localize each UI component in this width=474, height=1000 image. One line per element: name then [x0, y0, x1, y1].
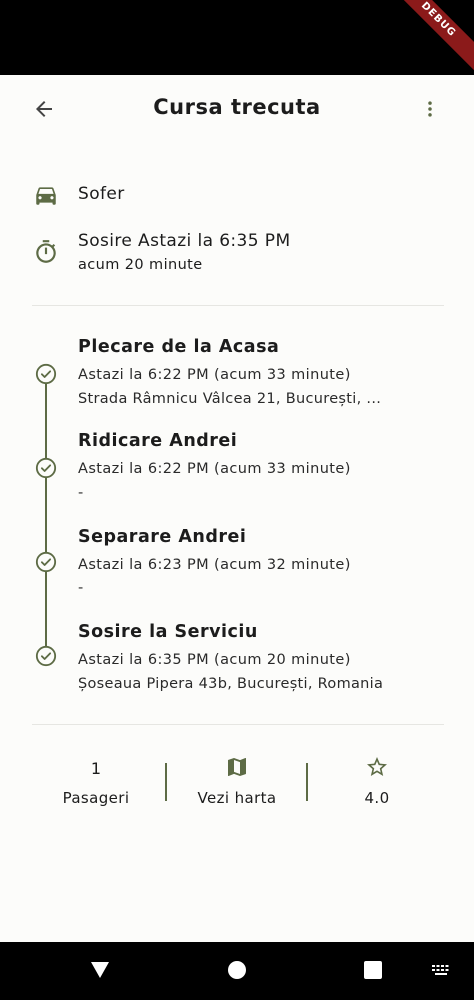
stop-title: Ridicare Andrei — [78, 431, 238, 451]
stop-address: Șoseaua Pipera 43b, București, Romania — [78, 676, 384, 692]
divider-top — [32, 305, 444, 306]
debug-banner: DEBUG — [381, 0, 474, 75]
driver-label: Sofer — [78, 184, 125, 204]
view-map-button[interactable]: Vezi harta — [167, 745, 307, 815]
stop-title: Separare Andrei — [78, 527, 247, 547]
app-bar: Cursa trecuta — [0, 75, 474, 143]
passengers-label: Pasageri — [62, 789, 130, 807]
stop-title: Sosire la Serviciu — [78, 622, 258, 642]
check-circle-icon — [35, 457, 57, 479]
car-icon — [36, 187, 56, 205]
map-icon — [228, 758, 246, 776]
keyboard-icon[interactable] — [431, 964, 453, 978]
stop-address: Strada Râmnicu Vâlcea 21, București, ... — [78, 391, 382, 407]
star-icon — [367, 757, 387, 776]
stop-address: - — [78, 485, 84, 501]
stop-time: Astazi la 6:22 PM (acum 33 minute) — [78, 461, 351, 477]
check-circle-icon — [35, 551, 57, 573]
page-title: Cursa trecuta — [153, 95, 321, 119]
home-circle-icon[interactable] — [227, 960, 247, 980]
stop-time: Astazi la 6:35 PM (acum 20 minute) — [78, 652, 351, 668]
rating-stat: 4.0 — [307, 745, 447, 815]
rating-value: 4.0 — [364, 789, 390, 807]
past-ride-screen: Cursa trecuta Sofer Sosire Astazi la 6:3… — [0, 75, 474, 942]
passengers-count: 1 — [90, 759, 102, 778]
check-circle-icon — [35, 363, 57, 385]
ride-summary-footer: 1 Pasageri Vezi harta 4.0 — [0, 745, 474, 835]
passengers-stat: 1 Pasageri — [26, 745, 166, 815]
arrival-relative-time: acum 20 minute — [78, 257, 203, 273]
system-navigation-bar — [0, 942, 474, 1000]
divider-bottom — [32, 724, 444, 725]
more-options-button[interactable] — [420, 93, 440, 125]
stop-address: - — [78, 580, 84, 596]
more-vert-icon — [428, 101, 432, 117]
back-triangle-icon[interactable] — [89, 960, 111, 980]
timer-icon — [36, 240, 56, 263]
timeline-line — [45, 382, 47, 656]
status-bar: DEBUG — [0, 0, 474, 75]
stop-time: Astazi la 6:23 PM (acum 32 minute) — [78, 557, 351, 573]
check-circle-icon — [35, 645, 57, 667]
stop-time: Astazi la 6:22 PM (acum 33 minute) — [78, 367, 351, 383]
recents-square-icon[interactable] — [363, 960, 383, 980]
stop-title: Plecare de la Acasa — [78, 337, 280, 357]
arrival-label: Sosire Astazi la 6:35 PM — [78, 231, 291, 251]
view-map-label: Vezi harta — [197, 789, 277, 807]
